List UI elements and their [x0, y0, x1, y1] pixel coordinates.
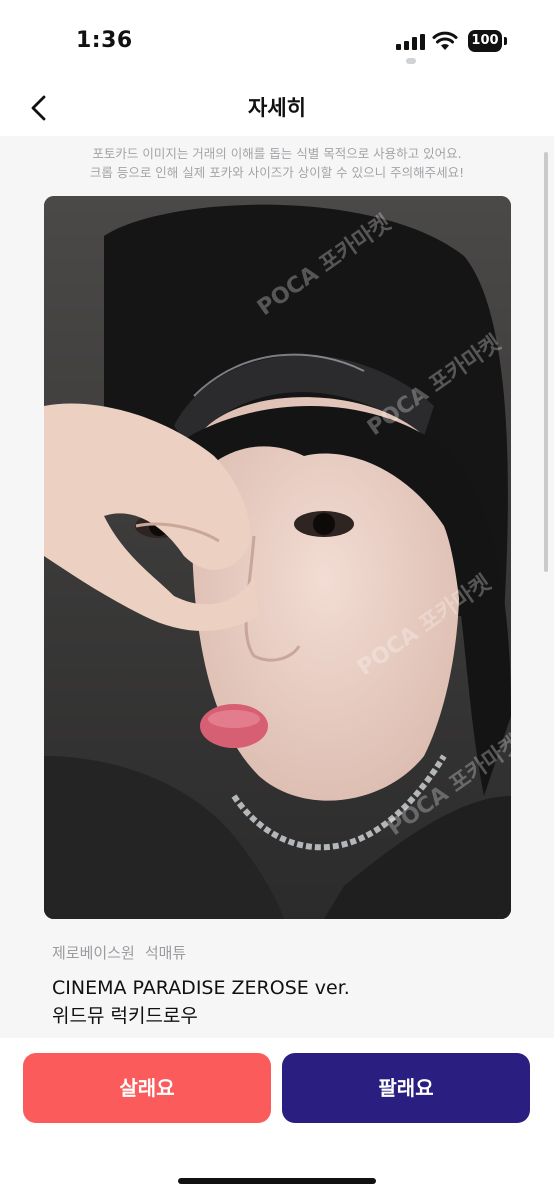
wifi-icon	[432, 31, 458, 50]
card-title: CINEMA PARADISE ZEROSE ver. 위드뮤 럭키드로우	[52, 974, 512, 1030]
status-time: 1:36	[76, 28, 133, 53]
battery-level: 100	[468, 30, 502, 52]
scrollbar[interactable]	[544, 152, 548, 572]
notice-line-2: 크롭 등으로 인해 실제 포카와 사이즈가 상이할 수 있으니 주의해주세요!	[89, 165, 465, 180]
member-name: 석매튜	[144, 944, 187, 962]
nav-bar: 자세히	[0, 80, 554, 136]
home-indicator[interactable]	[178, 1178, 376, 1184]
image-notice: 포토카드 이미지는 거래의 이해를 돕는 식별 목적으로 사용하고 있어요. 크…	[0, 144, 554, 182]
cellular-signal-icon	[396, 34, 425, 50]
detail-content[interactable]: 포토카드 이미지는 거래의 이해를 돕는 식별 목적으로 사용하고 있어요. 크…	[0, 136, 554, 1038]
action-bar: 살래요 팔래요	[0, 1038, 554, 1200]
buy-button[interactable]: 살래요	[23, 1053, 271, 1123]
album-name: CINEMA PARADISE ZEROSE ver.	[52, 977, 350, 999]
group-name: 제로베이스원	[52, 944, 135, 962]
sell-button[interactable]: 팔래요	[282, 1053, 530, 1123]
photocard-image[interactable]: POCA 포카마켓 POCA 포카마켓 POCA 포카마켓 POCA 포카마켓	[44, 196, 511, 919]
page-title: 자세히	[248, 96, 306, 120]
notice-line-1: 포토카드 이미지는 거래의 이해를 돕는 식별 목적으로 사용하고 있어요.	[92, 146, 462, 161]
status-bar: 1:36 100	[0, 0, 554, 80]
camera-indicator	[406, 58, 416, 64]
version-name: 위드뮤 럭키드로우	[52, 1005, 198, 1027]
artist-info: 제로베이스원 석매튜	[52, 942, 186, 963]
battery-icon: 100	[468, 30, 508, 52]
